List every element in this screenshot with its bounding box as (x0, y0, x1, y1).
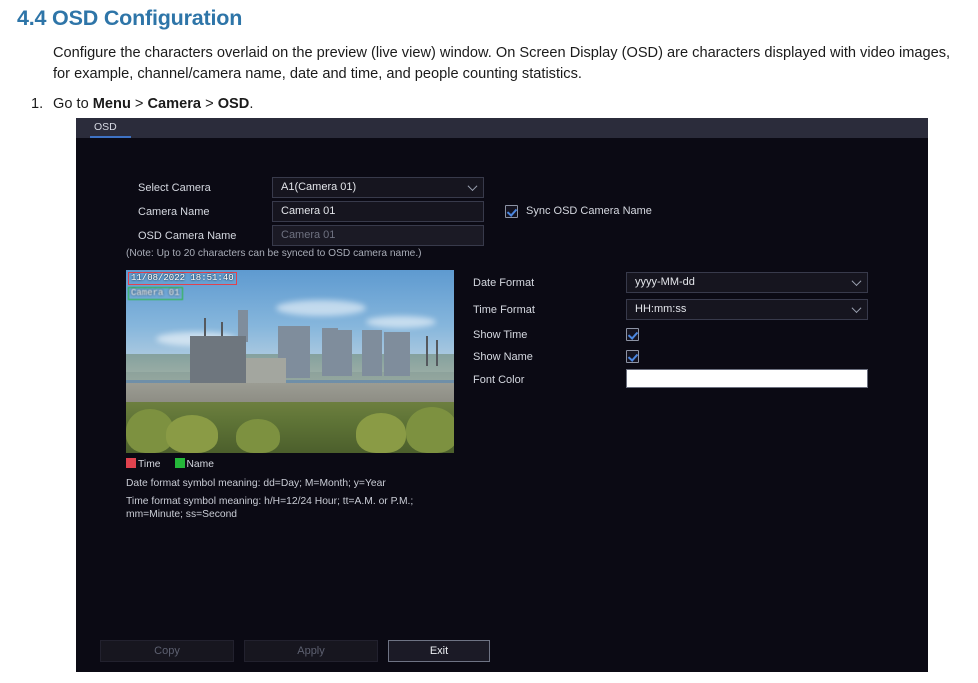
step-camera-token: Camera (147, 96, 202, 112)
step-suffix: . (249, 96, 254, 112)
date-format-label: Date Format (473, 277, 535, 289)
sync-osd-camera-name-label: Sync OSD Camera Name (526, 205, 652, 217)
overlay-legend: Time Name (126, 458, 214, 470)
highrise-building (384, 332, 410, 376)
time-format-label: Time Format (473, 304, 535, 316)
date-format-hint: Date format symbol meaning: dd=Day; M=Mo… (126, 478, 386, 489)
osd-time-overlay: 11/08/2022 18:51:40 (128, 272, 237, 285)
tab-osd[interactable]: OSD (90, 118, 131, 138)
live-preview-image[interactable]: 11/08/2022 18:51:40 Camera 01 (126, 270, 454, 453)
intro-paragraph: Configure the characters overlaid on the… (53, 45, 951, 82)
chevron-down-icon (467, 180, 478, 191)
select-camera-value: A1(Camera 01) (281, 181, 357, 193)
show-name-label: Show Name (473, 351, 533, 363)
legend-time-label: Time (138, 459, 161, 470)
highrise-building (322, 328, 338, 376)
step-separator-1: > (130, 96, 148, 112)
osd-camera-name-value: Camera 01 (281, 229, 336, 241)
window-body: Select Camera A1(Camera 01) Camera Name … (76, 138, 928, 672)
tree-shape (356, 413, 406, 453)
exit-button[interactable]: Exit (388, 640, 490, 662)
osd-configuration-window: OSD Select Camera A1(Camera 01) Camera N… (76, 118, 928, 672)
legend-name-label: Name (186, 459, 214, 470)
step-prefix: Go to (53, 96, 93, 112)
select-camera-label: Select Camera (138, 182, 211, 194)
cloud-shape (366, 316, 436, 328)
camera-name-value: Camera 01 (281, 205, 336, 217)
font-color-label: Font Color (473, 374, 525, 386)
step-separator-2: > (201, 96, 218, 112)
time-format-value: HH:mm:ss (635, 303, 687, 315)
time-format-dropdown[interactable]: HH:mm:ss (626, 299, 868, 320)
osd-camera-name-label: OSD Camera Name (138, 230, 237, 242)
chevron-down-icon (851, 275, 862, 286)
sync-osd-camera-name-checkbox[interactable] (505, 205, 518, 218)
date-format-value: yyyy-MM-dd (635, 276, 695, 288)
cloud-shape (276, 300, 366, 316)
osd-camera-name-input: Camera 01 (272, 225, 484, 246)
page-title: 4.4 OSD Configuration (17, 6, 243, 30)
time-format-hint-line2: mm=Minute; ss=Second (126, 509, 238, 520)
time-color-swatch (126, 458, 136, 468)
show-time-checkbox[interactable] (626, 328, 639, 341)
tree-shape (166, 415, 218, 453)
select-camera-dropdown[interactable]: A1(Camera 01) (272, 177, 484, 198)
step-osd-token: OSD (217, 96, 250, 112)
step-number: 1. (31, 96, 44, 112)
pylon-mast (436, 340, 438, 366)
show-name-checkbox[interactable] (626, 350, 639, 363)
camera-name-label: Camera Name (138, 206, 210, 218)
window-header-bar: OSD (76, 118, 928, 138)
date-format-dropdown[interactable]: yyyy-MM-dd (626, 272, 868, 293)
name-color-swatch (174, 458, 185, 468)
step-item-1: 1. Go to Menu > Camera > OSD. (31, 94, 253, 114)
osd-name-overlay: Camera 01 (128, 287, 183, 300)
chevron-down-icon (851, 302, 862, 313)
font-color-swatch[interactable] (626, 369, 868, 388)
tree-shape (406, 407, 454, 453)
highrise-building (338, 330, 352, 376)
copy-button[interactable]: Copy (100, 640, 234, 662)
pylon-mast (426, 336, 428, 366)
apply-button[interactable]: Apply (244, 640, 378, 662)
highrise-building (362, 330, 382, 376)
osd-name-note: (Note: Up to 20 characters can be synced… (126, 248, 422, 259)
time-format-hint-line1: Time format symbol meaning: h/H=12/24 Ho… (126, 496, 414, 507)
tree-shape (236, 419, 280, 453)
camera-name-input[interactable]: Camera 01 (272, 201, 484, 222)
step-menu-token: Menu (92, 96, 131, 112)
show-time-label: Show Time (473, 329, 528, 341)
